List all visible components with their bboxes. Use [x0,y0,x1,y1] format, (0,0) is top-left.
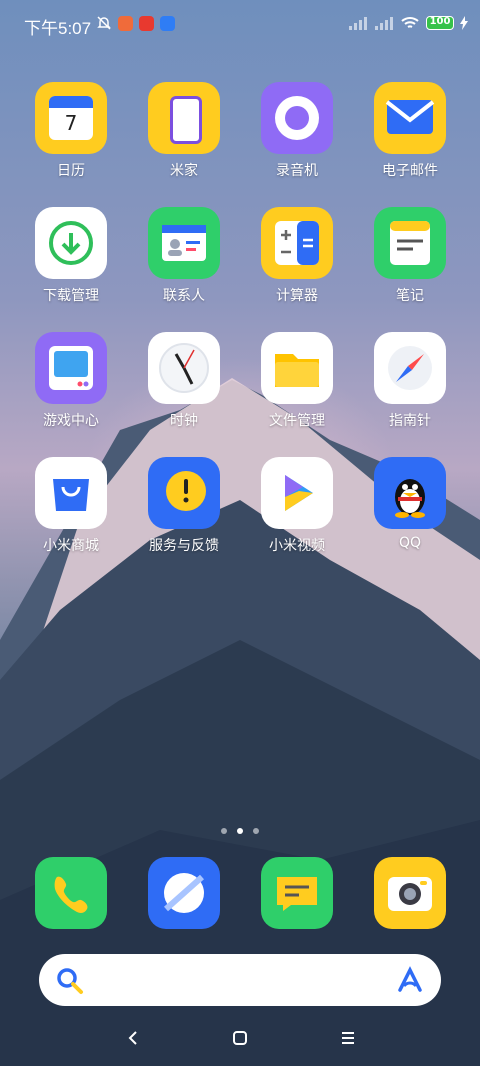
signal-icon [375,17,393,30]
video-icon [261,457,333,529]
app-mijia[interactable]: 米家 [134,82,234,180]
recents-button[interactable] [333,1026,363,1050]
back-icon [128,1031,137,1045]
download-icon [35,207,107,279]
wifi-icon [401,17,419,28]
contacts-icon [148,207,220,279]
xiaoai-assistant-icon[interactable] [395,966,425,996]
app-file-manager[interactable]: 文件管理 [247,332,347,430]
phone-icon [35,857,107,929]
signal-icon [349,17,367,30]
app-label: 时钟 [170,413,198,429]
charging-icon [460,16,468,30]
home-button[interactable] [225,1026,255,1050]
app-calendar[interactable]: 7 日历 [21,82,121,180]
app-game-center[interactable]: 游戏中心 [21,332,121,430]
messages-icon [261,857,333,929]
app-label: 下载管理 [43,288,99,304]
notification-app-icon [139,15,154,31]
calculator-icon [261,207,333,279]
mail-icon [374,82,446,154]
page-dot[interactable] [221,828,227,834]
app-calculator[interactable]: 计算器 [247,207,347,305]
app-contacts[interactable]: 联系人 [134,207,234,305]
mi-store-icon [35,457,107,529]
app-label: 小米商城 [43,538,99,554]
app-label: 计算器 [276,288,318,304]
app-label: 电子邮件 [382,163,438,179]
clock-icon [148,332,220,404]
folder-icon [261,332,333,404]
app-label: 服务与反馈 [149,538,219,554]
mijia-icon [148,82,220,154]
notification-app-icon [160,15,175,31]
navigation-bar [0,1020,480,1056]
app-label: 指南针 [389,413,431,429]
app-label: 文件管理 [269,413,325,429]
feedback-icon [148,457,220,529]
home-icon [233,1031,247,1045]
battery-indicator: 100 [426,16,454,30]
bell-muted-icon [97,16,111,30]
page-dot[interactable] [253,828,259,834]
menu-icon [342,1032,354,1044]
status-bar: 下午5:07 100 [0,0,480,50]
dock-messages[interactable] [247,857,347,929]
app-mi-video[interactable]: 小米视频 [247,457,347,555]
app-feedback[interactable]: 服务与反馈 [134,457,234,555]
search-icon [57,968,83,994]
app-label: QQ [398,535,422,551]
app-qq[interactable]: QQ [360,457,460,551]
app-compass[interactable]: 指南针 [360,332,460,430]
calendar-icon: 7 [35,82,107,154]
app-label: 米家 [170,163,198,179]
app-label: 小米视频 [269,538,325,554]
app-notes[interactable]: 笔记 [360,207,460,305]
dock-camera[interactable] [360,857,460,929]
dock-phone[interactable] [21,857,121,929]
notification-app-icon [118,15,133,31]
search-bar[interactable] [39,954,441,1006]
app-mail[interactable]: 电子邮件 [360,82,460,180]
recorder-icon [261,82,333,154]
dock-browser[interactable] [134,857,234,929]
game-center-icon [35,332,107,404]
app-recorder[interactable]: 录音机 [247,82,347,180]
page-dot-active[interactable] [237,828,243,834]
app-download-manager[interactable]: 下载管理 [21,207,121,305]
qq-icon [374,457,446,529]
browser-icon [148,857,220,929]
compass-icon [374,332,446,404]
app-label: 联系人 [163,288,205,304]
app-mi-store[interactable]: 小米商城 [21,457,121,555]
app-label: 笔记 [396,288,424,304]
app-clock[interactable]: 时钟 [134,332,234,430]
app-label: 游戏中心 [43,413,99,429]
notes-icon [374,207,446,279]
app-label: 日历 [57,163,85,179]
status-time: 下午5:07 [24,19,92,38]
back-button[interactable] [118,1026,148,1050]
camera-icon [374,857,446,929]
app-label: 录音机 [276,163,318,179]
page-indicator [0,828,480,834]
